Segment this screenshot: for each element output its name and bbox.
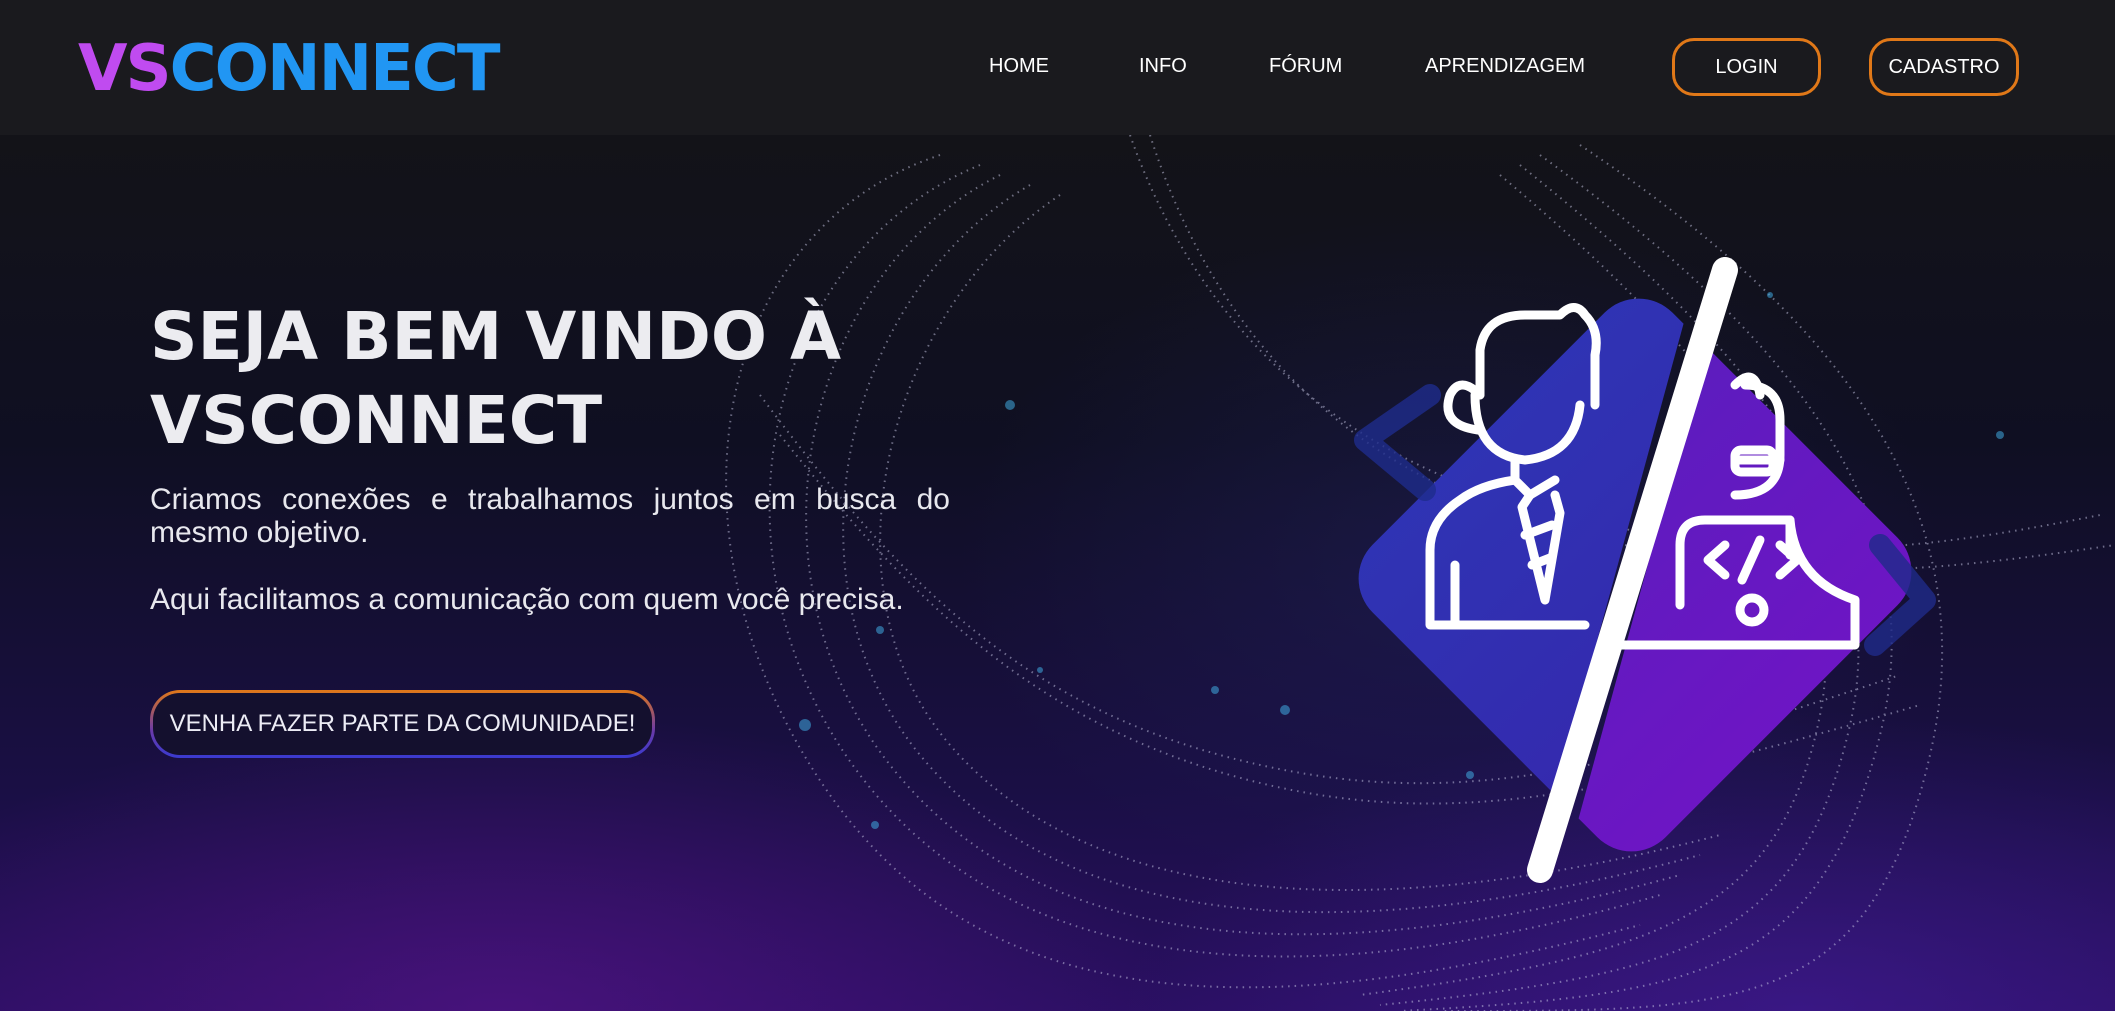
hero-subtitle-2: Aqui facilitamos a comunicação com quem … xyxy=(150,583,904,616)
nav-forum[interactable]: FÓRUM xyxy=(1269,55,1342,78)
hero-section: SEJA BEM VINDO À VSCONNECT Criamos conex… xyxy=(0,135,2115,1011)
site-logo[interactable]: VSCONNECT xyxy=(78,30,501,108)
login-button[interactable]: LOGIN xyxy=(1672,38,1821,96)
nav-info[interactable]: INFO xyxy=(1139,55,1187,78)
nav-home[interactable]: HOME xyxy=(989,55,1049,78)
hero-subtitle: Criamos conexões e trabalhamos juntos em… xyxy=(150,483,950,549)
join-community-label: VENHA FAZER PARTE DA COMUNIDADE! xyxy=(153,693,652,755)
hero-title-line1: SEJA BEM VINDO À xyxy=(150,298,842,375)
chevron-left-icon xyxy=(1354,384,1441,501)
hero-illustration xyxy=(1338,257,1936,883)
logo-vs: VS xyxy=(78,32,172,106)
hero-title: SEJA BEM VINDO À VSCONNECT xyxy=(150,295,1010,463)
join-community-button[interactable]: VENHA FAZER PARTE DA COMUNIDADE! xyxy=(150,690,655,758)
site-header: VSCONNECT HOME INFO FÓRUM APRENDIZAGEM L… xyxy=(0,0,2115,135)
hero-title-line2: VSCONNECT xyxy=(150,382,603,459)
signup-button[interactable]: CADASTRO xyxy=(1869,38,2019,96)
nav-learning[interactable]: APRENDIZAGEM xyxy=(1425,55,1585,78)
logo-connect: CONNECT xyxy=(169,32,501,106)
